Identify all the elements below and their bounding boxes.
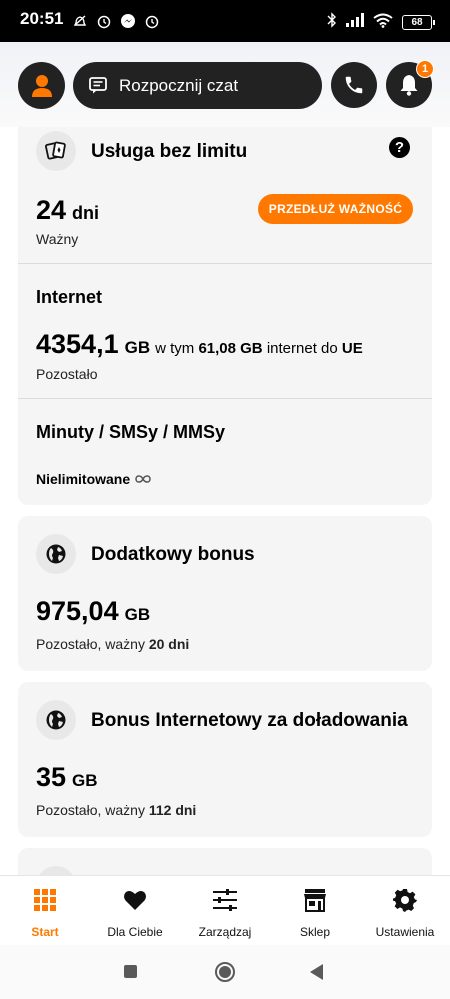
wifi-icon — [373, 13, 393, 33]
back-button[interactable] — [310, 964, 323, 980]
eu-text: internet do — [266, 340, 338, 357]
bluetooth-icon — [327, 12, 337, 33]
topup-unit: GB — [72, 771, 98, 790]
service-icon-wrap — [36, 131, 76, 171]
bonus-title: Dodatkowy bonus — [91, 544, 255, 565]
bonus-card[interactable]: Dodatkowy bonus 975,04 GB Pozostało, waż… — [18, 516, 432, 671]
topup-amount: 35 — [36, 762, 67, 792]
recent-apps-button[interactable] — [124, 965, 137, 978]
infinity-icon — [135, 475, 151, 483]
topup-title: Bonus Internetowy za doładowania — [91, 710, 408, 731]
status-right-icons: 68 — [327, 12, 435, 33]
chat-label: Rozpocznij czat — [119, 75, 239, 95]
topup-bonus-card[interactable]: Bonus Internetowy za doładowania 35 GB P… — [18, 682, 432, 837]
validity-number: 24 — [36, 195, 67, 225]
minutes-value: Nielimitowane — [36, 471, 131, 487]
signal-icon — [346, 13, 364, 32]
chat-icon — [89, 77, 107, 94]
service-title: Usługa bez limitu — [91, 141, 248, 162]
internet-remaining-label: Pozostało — [36, 366, 98, 382]
nav-settings[interactable]: Ustawienia — [360, 876, 450, 945]
sliders-icon — [212, 887, 238, 913]
next-card[interactable] — [18, 848, 432, 875]
divider — [18, 263, 432, 264]
nav-label: Zarządzaj — [198, 925, 252, 939]
internet-detail: w tym 61,08 GB internet do UE — [155, 340, 363, 357]
topup-remaining-prefix: Pozostało, ważny — [36, 802, 145, 818]
service-card: Usługa bez limitu ? 24 dni Ważny PRZEDŁU… — [18, 127, 432, 505]
heart-icon — [122, 887, 148, 913]
notification-badge: 1 — [416, 60, 434, 78]
globe-icon — [46, 544, 66, 564]
in-which-text: w tym — [155, 340, 195, 357]
bottom-navigation: Start Dla Ciebie Zarządzaj Sklep Ustawie… — [0, 875, 450, 945]
bell-icon — [400, 75, 418, 96]
status-time: 20:51 — [20, 9, 64, 28]
topup-remaining-days: 112 dni — [148, 802, 197, 818]
next-card-icon — [36, 866, 76, 875]
notifications-button[interactable]: 1 — [386, 60, 434, 108]
divider — [18, 398, 432, 399]
validity-unit: dni — [72, 203, 100, 223]
grid-icon — [32, 887, 58, 913]
alarm-icon — [144, 13, 160, 29]
minutes-value-row: Nielimitowane — [36, 471, 152, 487]
nav-label: Start — [31, 925, 59, 939]
bonus-icon-wrap — [36, 534, 76, 574]
nav-start[interactable]: Start — [0, 876, 90, 945]
bonus-remaining: Pozostało, ważny 20 dni — [36, 636, 189, 652]
shop-icon — [302, 887, 328, 913]
home-button[interactable] — [215, 962, 235, 982]
internet-title: Internet — [36, 287, 103, 307]
start-chat-button[interactable]: Rozpocznij czat — [73, 62, 322, 109]
gear-icon — [392, 887, 418, 913]
help-icon[interactable]: ? — [389, 137, 410, 158]
main-content[interactable]: Usługa bez limitu ? 24 dni Ważny PRZEDŁU… — [0, 127, 450, 875]
validity-label: Ważny — [36, 231, 79, 247]
topup-value: 35 GB — [36, 762, 98, 793]
bonus-remaining-prefix: Pozostało, ważny — [36, 636, 145, 652]
bonus-amount: 975,04 — [36, 596, 119, 626]
call-button[interactable] — [331, 62, 377, 108]
app-header: Rozpocznij czat 1 — [0, 42, 450, 127]
internet-value: 4354,1 GB w tym 61,08 GB internet do UE — [36, 329, 363, 360]
profile-button[interactable] — [18, 62, 65, 109]
eu-region: UE — [341, 340, 363, 357]
system-navigation-bar — [0, 945, 450, 999]
cards-icon — [45, 141, 66, 160]
status-left-icons — [72, 13, 160, 29]
validity-value: 24 dni — [36, 195, 99, 226]
globe-icon — [46, 710, 66, 730]
bonus-value: 975,04 GB — [36, 596, 150, 627]
extend-validity-button[interactable]: PRZEDŁUŻ WAŻNOŚĆ — [258, 194, 413, 224]
status-bar: 20:51 68 — [0, 0, 450, 42]
topup-icon-wrap — [36, 700, 76, 740]
nav-label: Dla Ciebie — [107, 925, 163, 939]
nav-for-you[interactable]: Dla Ciebie — [90, 876, 180, 945]
minutes-title: Minuty / SMSy / MMSy — [36, 422, 226, 442]
nav-shop[interactable]: Sklep — [270, 876, 360, 945]
nav-manage[interactable]: Zarządzaj — [180, 876, 270, 945]
nav-label: Sklep — [299, 925, 331, 939]
internet-amount: 4354,1 — [36, 329, 119, 359]
bonus-unit: GB — [124, 605, 151, 624]
user-icon — [31, 74, 52, 97]
alarm-icon — [96, 13, 112, 29]
battery-icon: 68 — [402, 15, 435, 30]
bonus-remaining-days: 20 dni — [148, 636, 190, 652]
do-not-disturb-icon — [72, 13, 88, 29]
topup-remaining: Pozostało, ważny 112 dni — [36, 802, 196, 818]
messenger-icon — [120, 13, 136, 29]
phone-icon — [345, 76, 363, 94]
nav-label: Ustawienia — [375, 925, 435, 939]
eu-amount: 61,08 GB — [198, 340, 263, 357]
internet-unit: GB — [124, 338, 151, 357]
